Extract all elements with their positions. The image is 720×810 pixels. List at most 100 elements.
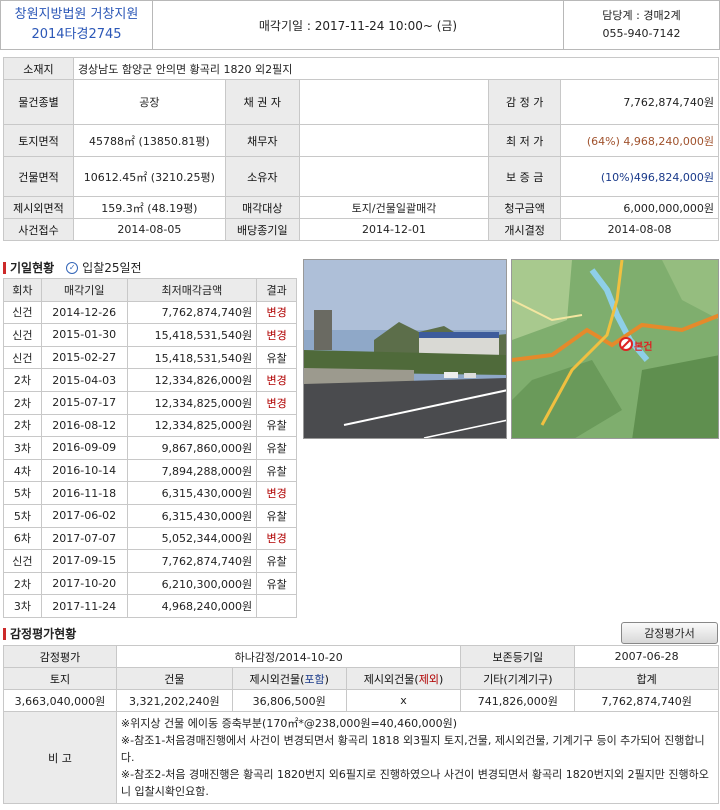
case-header: 창원지방법원 거창지원 2014타경2745 매각기일 : 2017-11-24… bbox=[0, 0, 720, 50]
history-round: 4차 bbox=[3, 458, 42, 483]
registration-value: 2007-06-28 bbox=[574, 645, 719, 668]
history-result bbox=[256, 594, 297, 618]
history-min-price: 9,867,860,000원 bbox=[126, 436, 258, 460]
history-min-price: 7,762,874,740원 bbox=[126, 300, 258, 325]
appraisal-header-row: 토지 건물 제시외건물(포함) 제시외건물(제외) 기타(기계기구) 합계 bbox=[3, 667, 719, 690]
court-title: 창원지방법원 거창지원 bbox=[14, 7, 139, 22]
history-row: 신건 2015-02-27 15,418,531,540원 유찰 bbox=[3, 345, 297, 370]
contact-info: 담당계 : 경매2계 055-940-7142 bbox=[563, 1, 719, 49]
note-text: ※위지상 건물 에이동 증축부분(170㎡*@238,000원=40,460,0… bbox=[115, 711, 720, 804]
appraisal-header-excl-incl: 제시외건물(포함) bbox=[231, 667, 347, 690]
location-map[interactable]: 본건 bbox=[511, 259, 719, 439]
history-round: 신건 bbox=[3, 549, 42, 573]
history-min-price: 15,418,531,540원 bbox=[126, 345, 258, 370]
appraisal-values-row: 3,663,040,000원 3,321,202,240원 36,806,500… bbox=[3, 689, 719, 712]
history-header-cell: 매각기일 bbox=[40, 278, 128, 302]
section-bar-icon bbox=[3, 627, 6, 640]
history-result: 유찰 bbox=[256, 436, 297, 460]
history-round: 3차 bbox=[3, 594, 42, 618]
history-row: 2차 2016-08-12 12,334,825,000원 유찰 bbox=[3, 413, 297, 438]
appraisal-header-land: 토지 bbox=[3, 667, 117, 690]
history-round: 신건 bbox=[3, 323, 42, 347]
owner-value bbox=[298, 156, 490, 197]
appraisal-machine-value: 741,826,000원 bbox=[460, 689, 576, 712]
history-result: 변경 bbox=[256, 300, 297, 325]
history-date: 2016-09-09 bbox=[40, 436, 128, 460]
building-value: 10612.45㎡ (3210.25평) bbox=[72, 156, 226, 197]
bid-days-label: 입찰25일전 bbox=[82, 261, 142, 275]
history-row: 4차 2016-10-14 7,894,288,000원 유찰 bbox=[3, 458, 297, 483]
history-date: 2015-07-17 bbox=[40, 390, 128, 415]
claim-value: 6,000,000,000원 bbox=[560, 196, 719, 219]
dividend-value: 2014-12-01 bbox=[298, 218, 490, 241]
history-round: 2차 bbox=[3, 368, 42, 392]
history-row: 신건 2017-09-15 7,762,874,740원 유찰 bbox=[3, 549, 297, 573]
history-row: 5차 2017-06-02 6,315,430,000원 유찰 bbox=[3, 503, 297, 528]
court-name: 창원지방법원 거창지원 2014타경2745 bbox=[1, 1, 153, 49]
history-result: 유찰 bbox=[256, 571, 297, 596]
history-min-price: 12,334,826,000원 bbox=[126, 368, 258, 392]
type-value: 공장 bbox=[72, 79, 226, 125]
receipt-value: 2014-08-05 bbox=[72, 218, 226, 241]
history-date: 2017-11-24 bbox=[40, 594, 128, 618]
history-min-price: 5,052,344,000원 bbox=[126, 526, 258, 551]
appraisal-header-total: 합계 bbox=[574, 667, 719, 690]
deposit-label: 보 증 금 bbox=[488, 156, 562, 197]
history-date: 2017-09-15 bbox=[40, 549, 128, 573]
note-label: 비 고 bbox=[3, 711, 117, 804]
history-result: 변경 bbox=[256, 481, 297, 505]
info-row-receipt: 사건접수 2014-08-05 배당종기일 2014-12-01 개시결정 20… bbox=[3, 218, 719, 241]
auction-history-table: 회차 매각기일 최저매각금액 결과 신건 2014-12-26 7,762,874,740원… bbox=[3, 278, 297, 618]
receipt-label: 사건접수 bbox=[3, 218, 74, 241]
appraisal-header-building: 건물 bbox=[115, 667, 233, 690]
history-min-price: 7,894,288,000원 bbox=[126, 458, 258, 483]
target-value: 토지/건물일괄매각 bbox=[298, 196, 490, 219]
history-round: 2차 bbox=[3, 571, 42, 596]
start-value: 2014-08-08 bbox=[560, 218, 719, 241]
appraisal-section-title: 감정평가현황 bbox=[3, 625, 76, 642]
appraisal-org: 하나감정/2014-10-20 bbox=[115, 645, 462, 668]
history-result: 유찰 bbox=[256, 413, 297, 438]
min-price-value: (64%) 4,968,240,000원 bbox=[560, 124, 719, 157]
history-min-price: 4,968,240,000원 bbox=[126, 594, 258, 618]
min-price-label: 최 저 가 bbox=[488, 124, 562, 157]
address-label: 소재지 bbox=[3, 57, 74, 80]
history-row: 2차 2017-10-20 6,210,300,000원 유찰 bbox=[3, 571, 297, 596]
owner-label: 소유자 bbox=[224, 156, 300, 197]
appraisal-table: 감정평가 하나감정/2014-10-20 보존등기일 2007-06-28 토지… bbox=[3, 645, 720, 804]
history-result: 유찰 bbox=[256, 503, 297, 528]
debtor-label: 채무자 bbox=[224, 124, 300, 157]
history-min-price: 12,334,825,000원 bbox=[126, 390, 258, 415]
appraisal-note-row: 비 고 ※위지상 건물 에이동 증축부분(170㎡*@238,000원=40,4… bbox=[3, 711, 720, 804]
property-photo[interactable] bbox=[303, 259, 507, 439]
appraisal-excl-incl-value: 36,806,500원 bbox=[231, 689, 347, 712]
history-row: 2차 2015-04-03 12,334,826,000원 변경 bbox=[3, 368, 297, 392]
history-row: 신건 2014-12-26 7,762,874,740원 변경 bbox=[3, 300, 297, 325]
start-label: 개시결정 bbox=[488, 218, 562, 241]
history-header-row: 회차 매각기일 최저매각금액 결과 bbox=[3, 278, 297, 302]
deposit-value: (10%)496,824,000원 bbox=[560, 156, 719, 197]
history-round: 5차 bbox=[3, 503, 42, 528]
history-date: 2015-02-27 bbox=[40, 345, 128, 370]
history-date: 2017-07-07 bbox=[40, 526, 128, 551]
check-circle-icon: ✓ bbox=[66, 261, 79, 274]
appraisal-report-button[interactable]: 감정평가서 bbox=[621, 622, 718, 644]
appraisal-land-value: 3,663,040,000원 bbox=[3, 689, 117, 712]
address-value: 경상남도 함양군 안의면 황곡리 1820 외2필지 bbox=[72, 57, 720, 80]
history-date: 2017-06-02 bbox=[40, 503, 128, 528]
appraisal-header-machine: 기타(기계기구) bbox=[460, 667, 576, 690]
note-line: ※-참조2-처음 경매진행은 황곡리 1820번지 외6필지로 진행하였으나 사… bbox=[120, 768, 709, 798]
history-date: 2015-01-30 bbox=[40, 323, 128, 347]
appraisal-value: 7,762,874,740원 bbox=[560, 79, 719, 125]
history-row: 2차 2015-07-17 12,334,825,000원 변경 bbox=[3, 390, 297, 415]
history-min-price: 12,334,825,000원 bbox=[126, 413, 258, 438]
history-result: 변경 bbox=[256, 323, 297, 347]
appraisal-excl-excl-value: x bbox=[345, 689, 462, 712]
history-round: 6차 bbox=[3, 526, 42, 551]
contact-division: 담당계 : 경매2계 bbox=[602, 9, 681, 22]
history-date: 2016-08-12 bbox=[40, 413, 128, 438]
history-row: 3차 2016-09-09 9,867,860,000원 유찰 bbox=[3, 436, 297, 460]
case-number: 2014타경2745 bbox=[31, 27, 122, 42]
history-min-price: 6,210,300,000원 bbox=[126, 571, 258, 596]
history-result: 변경 bbox=[256, 368, 297, 392]
